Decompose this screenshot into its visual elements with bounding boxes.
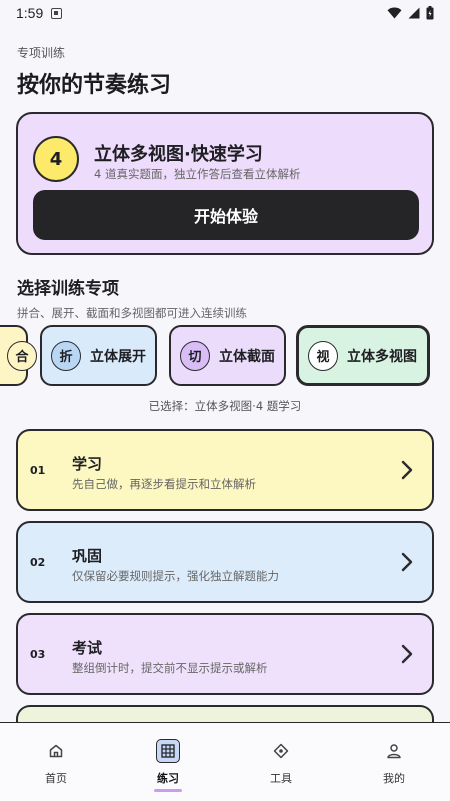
mode-title: 学习 [72, 455, 103, 473]
tab-label: 练习 [157, 772, 179, 785]
tab-label: 我的 [383, 772, 405, 785]
chip-label: 立体展开 [90, 348, 146, 365]
wifi-icon [387, 7, 402, 19]
notification-icon [51, 7, 63, 19]
bottom-tab-bar: 首页 练习 工具 我的 [0, 722, 450, 801]
chevron-right-icon [401, 552, 413, 572]
chevron-right-icon [401, 644, 413, 664]
chip-label: 立体截面 [219, 348, 275, 365]
mode-title: 巩固 [72, 547, 103, 565]
quick-start-title: 立体多视图·快速学习 [94, 144, 263, 165]
person-icon [382, 739, 406, 763]
chevron-right-icon [401, 460, 413, 480]
grid-icon [156, 739, 180, 763]
question-count-badge: 4 [33, 136, 79, 182]
active-tab-indicator [154, 789, 182, 792]
mode-card-learn[interactable]: 01 学习 先自己做，再逐步看提示和立体解析 [16, 429, 434, 511]
chip-unfold[interactable]: 折 立体展开 [40, 325, 157, 386]
page-title: 按你的节奏练习 [17, 73, 172, 98]
section-title: 选择训练专项 [17, 279, 119, 299]
mode-card-consolidate[interactable]: 02 巩固 仅保留必要规则提示，强化独立解题能力 [16, 521, 434, 603]
mode-desc: 仅保留必要规则提示，强化独立解题能力 [72, 569, 279, 583]
compass-icon [269, 739, 293, 763]
section-desc: 拼合、展开、截面和多视图都可进入连续训练 [17, 306, 247, 320]
mode-card-exam[interactable]: 03 考试 整组倒计时，提交前不显示提示或解析 [16, 613, 434, 695]
quick-start-desc: 4 道真实题面，独立作答后查看立体解析 [94, 167, 301, 181]
chip-combine[interactable]: 合 [0, 325, 37, 386]
signal-icon [408, 7, 420, 19]
battery-icon [426, 6, 434, 20]
fold-icon: 折 [51, 340, 81, 371]
cut-icon: 切 [180, 340, 210, 371]
status-icons [387, 6, 434, 20]
mode-index: 03 [30, 648, 46, 661]
status-time: 1:59 [16, 5, 44, 21]
chip-cross-section[interactable]: 切 立体截面 [169, 325, 286, 386]
mode-desc: 先自己做，再逐步看提示和立体解析 [72, 477, 256, 491]
combine-icon: 合 [7, 340, 37, 371]
training-section-header: 选择训练专项 拼合、展开、截面和多视图都可进入连续训练 [17, 274, 247, 321]
selection-summary: 已选择：立体多视图·4 题学习 [148, 399, 302, 413]
tab-home[interactable]: 首页 [0, 723, 112, 801]
chip-label: 立体多视图 [347, 348, 417, 365]
mode-desc: 整组倒计时，提交前不显示提示或解析 [72, 661, 268, 675]
tab-label: 工具 [270, 772, 292, 785]
home-icon [44, 739, 68, 763]
topic-chip-row[interactable]: 合 折 立体展开 切 立体截面 视 立体多视图 [0, 324, 450, 388]
page-header: 专项训练 按你的节奏练习 [17, 44, 171, 99]
chip-multi-view[interactable]: 视 立体多视图 [296, 325, 430, 386]
mode-index: 02 [30, 556, 46, 569]
page-subtitle: 专项训练 [17, 46, 66, 60]
mode-index: 01 [30, 464, 46, 477]
tab-label: 首页 [45, 772, 67, 785]
view-icon: 视 [308, 340, 338, 371]
tab-practice[interactable]: 练习 [112, 723, 224, 801]
status-bar: 1:59 [0, 0, 450, 26]
start-trial-button[interactable]: 开始体验 [33, 190, 419, 240]
tab-tools[interactable]: 工具 [225, 723, 337, 801]
tab-profile[interactable]: 我的 [338, 723, 450, 801]
mode-title: 考试 [72, 639, 103, 657]
quick-start-card: 4 立体多视图·快速学习 4 道真实题面，独立作答后查看立体解析 开始体验 [16, 112, 434, 255]
